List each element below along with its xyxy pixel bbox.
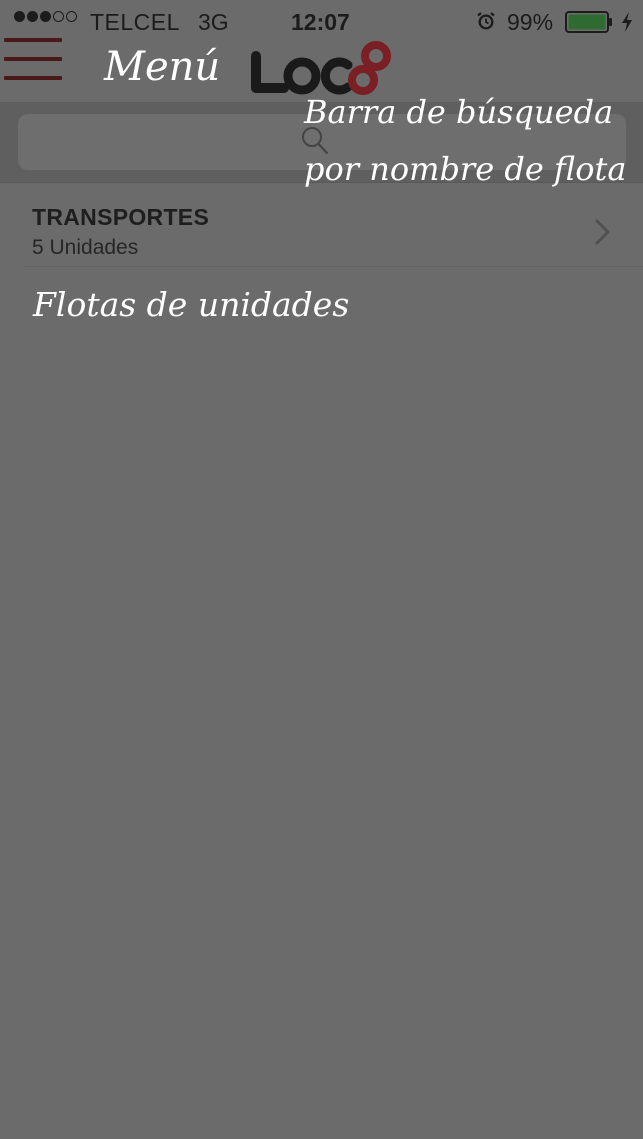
network-type: 3G [198,9,229,35]
app-screen: TELCEL 3G 12:07 99% TRANSPORTES 5 Unidad… [0,0,643,1139]
status-bar: TELCEL 3G 12:07 99% [0,0,643,44]
charging-bolt-icon [622,12,632,32]
battery-icon [565,11,612,33]
annotation-menu: Menú [104,44,221,90]
annotation-search-line1: Barra de búsqueda [304,93,614,131]
status-time: 12:07 [291,9,350,35]
annotation-search-line2: por nombre de flota [304,150,627,188]
hamburger-menu-icon[interactable] [4,38,62,88]
row-divider [24,266,643,267]
fleet-unit-count: 5 Unidades [32,236,139,259]
fleet-name: TRANSPORTES [32,204,210,230]
fleet-list-item[interactable]: TRANSPORTES 5 Unidades [0,182,643,267]
alarm-icon [477,12,495,30]
annotation-fleets: Flotas de unidades [33,285,350,324]
chevron-right-icon [595,219,610,245]
signal-dots-icon [14,11,77,22]
battery-percent: 99% [507,9,554,35]
carrier-name: TELCEL [90,9,180,35]
